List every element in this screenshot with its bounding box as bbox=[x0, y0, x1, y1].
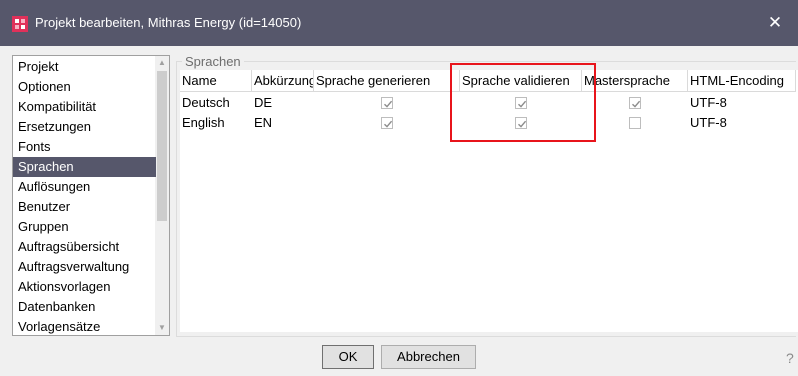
category-list[interactable]: ▲ ▼ Projekt Optionen Kompatibilität Ersetzu… bbox=[12, 55, 170, 336]
close-button[interactable]: ✕ bbox=[752, 0, 798, 46]
checkbox-unchecked[interactable] bbox=[629, 117, 641, 129]
column-header[interactable]: Mastersprache bbox=[582, 70, 688, 92]
close-icon: ✕ bbox=[767, 13, 783, 32]
cell-name: English bbox=[182, 115, 225, 130]
scroll-down-icon[interactable]: ▼ bbox=[155, 321, 169, 335]
scroll-up-icon[interactable]: ▲ bbox=[155, 56, 169, 70]
column-header[interactable]: Name bbox=[180, 70, 252, 92]
sidebar-item[interactable]: Projekt bbox=[13, 57, 156, 77]
sidebar-item[interactable]: Ersetzungen bbox=[13, 117, 156, 137]
sidebar-item[interactable]: Aktionsvorlagen bbox=[13, 277, 156, 297]
window-title: Projekt bearbeiten, Mithras Energy (id=1… bbox=[35, 15, 302, 30]
highlight-box bbox=[450, 63, 596, 142]
group-legend: Sprachen bbox=[182, 54, 244, 69]
scroll-thumb[interactable] bbox=[157, 71, 167, 221]
title-bar: Projekt bearbeiten, Mithras Energy (id=1… bbox=[0, 0, 798, 46]
sidebar-item[interactable]: Auftragsübersicht bbox=[13, 237, 156, 257]
checkbox-checked[interactable] bbox=[629, 97, 641, 109]
help-icon[interactable]: ? bbox=[786, 350, 798, 368]
cancel-button[interactable]: Abbrechen bbox=[381, 345, 476, 369]
app-icon bbox=[12, 16, 28, 32]
sidebar-item[interactable]: Kompatibilität bbox=[13, 97, 156, 117]
sidebar-item[interactable]: Vorlagensätze bbox=[13, 317, 156, 335]
sidebar-item[interactable]: Auftragsverwaltung bbox=[13, 257, 156, 277]
cell-encoding: UTF-8 bbox=[690, 95, 727, 110]
sidebar-item[interactable]: Optionen bbox=[13, 77, 156, 97]
column-header[interactable]: Abkürzung bbox=[252, 70, 314, 92]
cell-abbreviation: EN bbox=[254, 115, 273, 130]
sidebar-item[interactable]: Benutzer bbox=[13, 197, 156, 217]
column-header[interactable]: HTML-Encoding bbox=[688, 70, 796, 92]
sidebar-item[interactable]: Sprachen bbox=[13, 157, 156, 177]
cell-encoding: UTF-8 bbox=[690, 115, 727, 130]
checkbox-checked[interactable] bbox=[381, 97, 393, 109]
sidebar-item[interactable]: Gruppen bbox=[13, 217, 156, 237]
cell-abbreviation: DE bbox=[254, 95, 273, 110]
cell-name: Deutsch bbox=[182, 95, 230, 110]
checkbox-checked[interactable] bbox=[381, 117, 393, 129]
sidebar-item[interactable]: Datenbanken bbox=[13, 297, 156, 317]
sidebar-item[interactable]: Auflösungen bbox=[13, 177, 156, 197]
scrollbar[interactable]: ▲ ▼ bbox=[155, 56, 169, 335]
ok-button[interactable]: OK bbox=[322, 345, 374, 369]
sidebar-item[interactable]: Fonts bbox=[13, 137, 156, 157]
column-header[interactable]: Sprache generieren bbox=[314, 70, 460, 92]
